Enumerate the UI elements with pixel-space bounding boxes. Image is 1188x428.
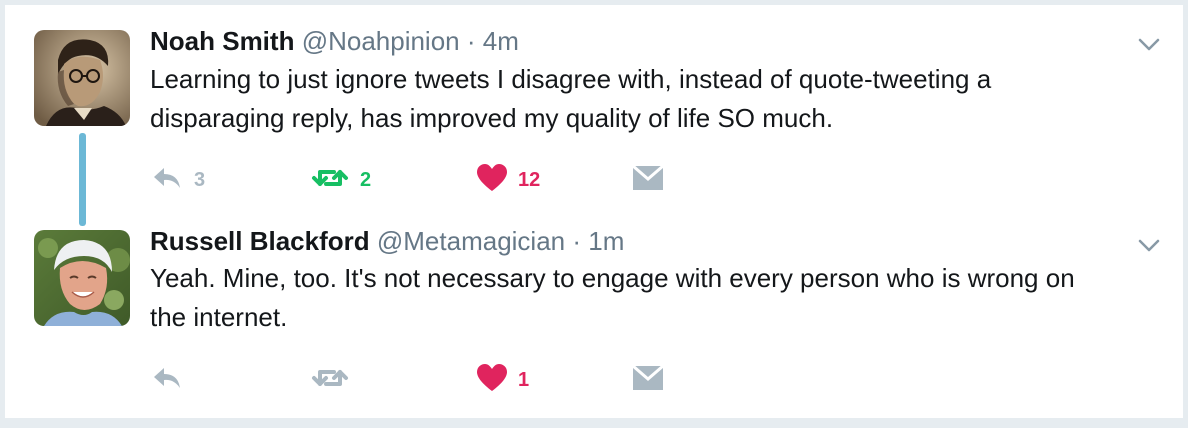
like-button[interactable]: 12 bbox=[476, 163, 540, 197]
reply-button[interactable] bbox=[150, 363, 194, 397]
tweet-actions: 3 2 12 bbox=[150, 163, 710, 197]
reply-icon bbox=[150, 164, 184, 197]
retweet-icon bbox=[310, 164, 350, 197]
thread-connector-line bbox=[79, 133, 86, 226]
reply-icon bbox=[150, 364, 184, 397]
reply-button[interactable]: 3 bbox=[150, 163, 205, 197]
chevron-down-icon[interactable] bbox=[1138, 38, 1160, 52]
author-handle[interactable]: @Noahpinion bbox=[302, 26, 460, 56]
avatar-photo bbox=[34, 30, 130, 126]
retweet-button[interactable] bbox=[310, 363, 360, 397]
author-handle[interactable]: @Metamagician bbox=[377, 226, 565, 256]
envelope-icon bbox=[632, 164, 664, 196]
separator-dot: · bbox=[466, 26, 476, 56]
like-count: 12 bbox=[518, 168, 541, 191]
retweet-button[interactable]: 2 bbox=[310, 163, 371, 197]
avatar[interactable] bbox=[34, 30, 130, 126]
direct-message-button[interactable] bbox=[632, 163, 664, 197]
like-count: 1 bbox=[518, 368, 530, 391]
retweet-count: 2 bbox=[360, 168, 372, 191]
tweet-actions: 1 bbox=[150, 363, 710, 397]
tweet-timestamp[interactable]: 1m bbox=[588, 226, 624, 256]
separator-dot: · bbox=[572, 226, 582, 256]
retweet-icon bbox=[310, 364, 350, 397]
reply-count: 3 bbox=[194, 168, 206, 191]
avatar[interactable] bbox=[34, 230, 130, 326]
heart-icon bbox=[476, 163, 508, 197]
direct-message-button[interactable] bbox=[632, 363, 664, 397]
author-name[interactable]: Noah Smith bbox=[150, 26, 294, 56]
avatar-photo bbox=[34, 230, 130, 326]
author-name[interactable]: Russell Blackford bbox=[150, 226, 370, 256]
tweet-timestamp[interactable]: 4m bbox=[483, 26, 519, 56]
envelope-icon bbox=[632, 364, 664, 396]
tweet-text: Yeah. Mine, too. It's not necessary to e… bbox=[150, 263, 1075, 332]
chevron-down-icon[interactable] bbox=[1138, 239, 1160, 253]
tweet-header: Russell Blackford @Metamagician · 1m bbox=[150, 225, 624, 257]
timeline-divider bbox=[0, 418, 1188, 428]
tweet-text: Learning to just ignore tweets I disagre… bbox=[150, 64, 992, 133]
tweet[interactable]: Noah Smith @Noahpinion · 4m Learning to … bbox=[0, 0, 1188, 226]
like-button[interactable]: 1 bbox=[476, 363, 529, 397]
tweet-header: Noah Smith @Noahpinion · 4m bbox=[150, 25, 519, 57]
tweet[interactable]: Russell Blackford @Metamagician · 1m Yea… bbox=[0, 215, 1188, 418]
heart-icon bbox=[476, 363, 508, 397]
